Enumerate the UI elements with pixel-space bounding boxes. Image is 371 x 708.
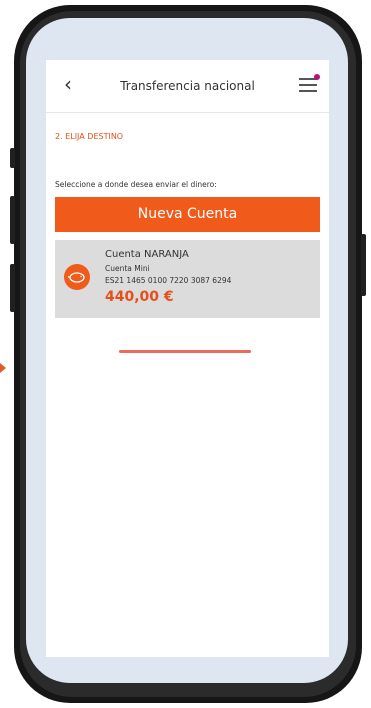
pointer-arrow-icon <box>0 363 6 373</box>
account-card[interactable]: Cuenta NARANJA Cuenta Mini ES21 1465 010… <box>55 240 320 318</box>
phone-mute-switch <box>10 148 15 168</box>
app-view: ‹ Transferencia nacional 2. ELIJA DESTIN… <box>46 60 329 657</box>
step-label: 2. ELIJA DESTINO <box>55 132 124 141</box>
phone-volume-up-button <box>10 196 15 244</box>
loading-progress-fill <box>119 350 251 353</box>
page-title: Transferencia nacional <box>120 79 255 93</box>
loading-progress-bar <box>119 350 251 353</box>
phone-screen: ‹ Transferencia nacional 2. ELIJA DESTIN… <box>26 18 348 683</box>
phone-volume-down-button <box>10 264 15 312</box>
hamburger-menu-icon[interactable] <box>299 74 320 92</box>
destination-prompt: Seleccione a donde desea enviar el diner… <box>55 180 217 189</box>
notification-dot <box>314 74 320 80</box>
phone-power-button <box>361 234 366 296</box>
account-iban: ES21 1465 0100 7220 3087 6294 <box>105 276 232 285</box>
app-header: ‹ Transferencia nacional <box>46 60 329 113</box>
piggy-bank-icon <box>64 264 90 290</box>
account-name: Cuenta NARANJA <box>105 249 189 260</box>
account-type: Cuenta Mini <box>105 264 150 273</box>
account-balance: 440,00 € <box>105 289 174 305</box>
new-account-button[interactable]: Nueva Cuenta <box>55 197 320 232</box>
